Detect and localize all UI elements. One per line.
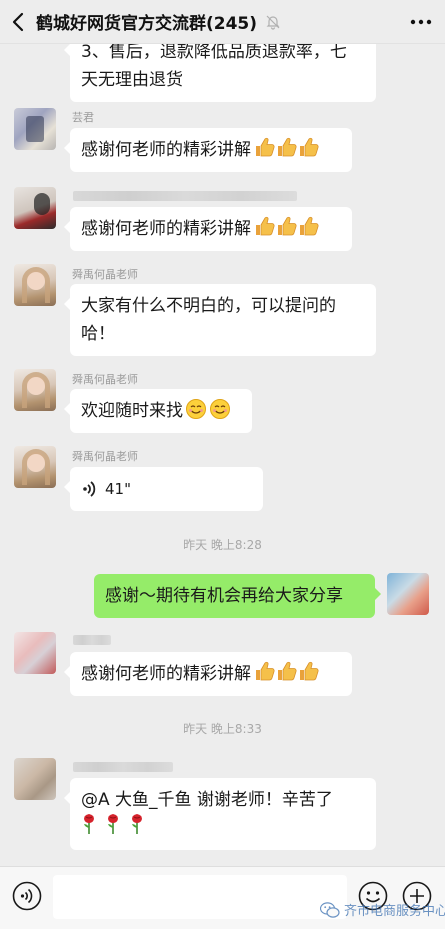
more-button[interactable] <box>397 0 445 44</box>
message-bubble-self[interactable]: 感谢～期待有机会再给大家分享 <box>94 574 381 618</box>
message-text: 感谢～期待有机会再给大家分享 <box>105 586 343 606</box>
message-text: 感谢何老师的精彩讲解 <box>81 219 251 239</box>
sender-name-blurred <box>73 191 297 201</box>
voice-input-button[interactable] <box>12 881 42 911</box>
sender-name: 舜禹何晶老师 <box>72 268 138 281</box>
watermark-text: 齐市电商服务中心 <box>344 904 445 919</box>
voice-duration: 41" <box>105 480 131 498</box>
message-bubble[interactable]: 感谢何老师的精彩讲解 <box>64 207 352 251</box>
smile-emoji-icon <box>185 398 231 429</box>
avatar[interactable] <box>14 369 56 411</box>
avatar-self[interactable] <box>387 573 429 615</box>
message-bubble[interactable]: 3、售后，退款降低品质退款率，七 天无理由退货 <box>64 44 376 102</box>
sender-name: 舜禹何晶老师 <box>72 373 138 386</box>
timestamp: 昨天 晚上8:33 <box>183 722 262 736</box>
more-dots-icon <box>410 19 432 24</box>
rose-icon <box>105 812 121 844</box>
rose-icon <box>129 812 145 844</box>
message-bubble[interactable]: 感谢何老师的精彩讲解 <box>64 128 352 172</box>
message-bubble[interactable]: 大家有什么不明白的，可以提问的 哈！ <box>64 284 376 356</box>
message-bubble[interactable]: @A 大鱼_千鱼 谢谢老师！辛苦了 <box>64 778 376 850</box>
chat-title: 鹤城好网货官方交流群(245) <box>36 14 258 34</box>
wechat-logo-icon <box>320 901 340 918</box>
voice-message-bubble[interactable]: 41" <box>64 467 263 511</box>
message-text: 感谢何老师的精彩讲解 <box>81 140 251 160</box>
rose-emoji-row <box>81 812 365 844</box>
sender-name-blurred <box>73 762 173 772</box>
avatar[interactable] <box>14 264 56 306</box>
avatar[interactable] <box>14 632 56 674</box>
avatar[interactable] <box>14 108 56 150</box>
avatar[interactable] <box>14 758 56 800</box>
sender-name-blurred <box>73 635 111 645</box>
thumbs-up-icon <box>253 660 319 691</box>
avatar[interactable] <box>14 187 56 229</box>
back-button[interactable] <box>0 0 36 44</box>
sender-name: 芸君 <box>72 111 94 124</box>
message-bubble[interactable]: 欢迎随时来找 <box>64 389 252 433</box>
message-text: 哈！ <box>81 324 115 344</box>
message-text: @A 大鱼_千鱼 谢谢老师！辛苦了 <box>81 790 333 810</box>
message-bubble[interactable]: 感谢何老师的精彩讲解 <box>64 652 352 696</box>
message-text: 天无理由退货 <box>81 70 183 90</box>
avatar[interactable] <box>14 446 56 488</box>
message-text: 大家有什么不明白的，可以提问的 <box>81 296 336 316</box>
watermark: 齐市电商服务中心 <box>320 900 445 919</box>
message-text: 感谢何老师的精彩讲解 <box>81 664 251 684</box>
chat-header: 鹤城好网货官方交流群(245) <box>0 0 445 44</box>
bell-off-icon <box>265 14 281 30</box>
message-list[interactable]: 3、售后，退款降低品质退款率，七 天无理由退货 芸君 感谢何老师的精彩讲解 感谢… <box>0 44 445 866</box>
voice-wave-icon <box>83 481 96 497</box>
timestamp: 昨天 晚上8:28 <box>183 538 262 552</box>
sender-name: 舜禹何晶老师 <box>72 450 138 463</box>
message-text: 欢迎随时来找 <box>81 401 183 421</box>
voice-icon <box>12 881 42 911</box>
thumbs-up-icon <box>253 136 319 167</box>
input-bar <box>0 866 445 929</box>
thumbs-up-icon <box>253 215 319 246</box>
message-input[interactable] <box>53 875 347 919</box>
message-text: 3、售后，退款降低品质退款率，七 <box>81 44 347 62</box>
rose-icon <box>81 813 97 844</box>
chevron-left-icon <box>12 12 24 31</box>
